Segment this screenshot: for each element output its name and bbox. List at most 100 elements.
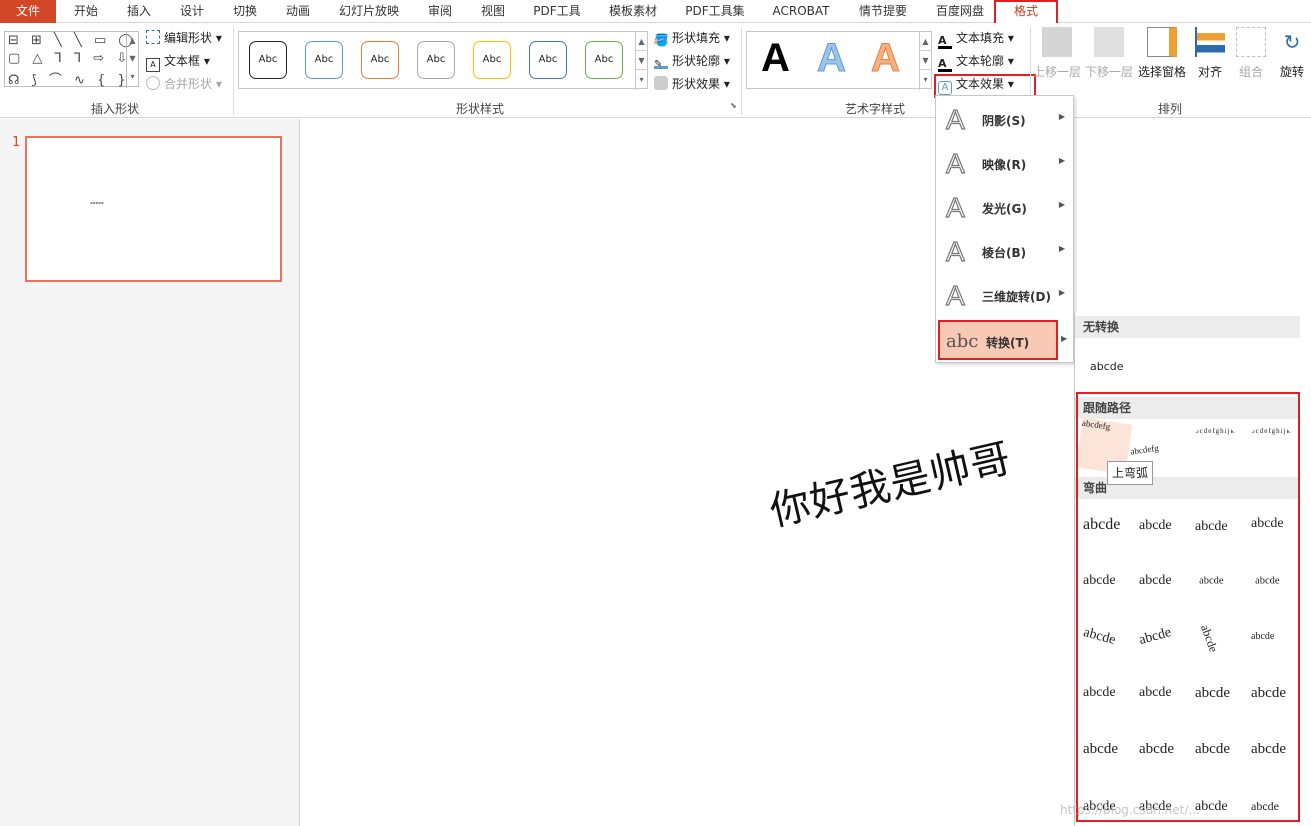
- bring-forward-icon: [1042, 27, 1072, 57]
- shapes-row-2: ▢ △ ⅂ ⅂ ⇨ ⇩: [8, 51, 132, 66]
- thumbnail-text-preview: ▪▪▪▪▪: [90, 200, 104, 205]
- no-transform-header: 无转换: [1075, 316, 1300, 338]
- submenu-arrow-icon: ▶: [1058, 156, 1065, 165]
- tab-templates[interactable]: 模板素材: [596, 0, 670, 23]
- align-button[interactable]: 对齐: [1194, 27, 1226, 80]
- shapes-gallery[interactable]: ⊟ ⊞ ╲ ╲ ▭ ◯ ▢ △ ⅂ ⅂ ⇨ ⇩ ☊ ⟆ ⌒ ∿ { } ▲ ▼ ▾: [4, 31, 139, 88]
- text-fill-icon: A: [938, 35, 952, 49]
- bring-forward-button[interactable]: 上移一层: [1032, 27, 1082, 80]
- merge-shapes-label: 合并形状: [164, 77, 213, 91]
- wordart-gallery[interactable]: A A A ▲ ▼ ▾: [746, 31, 932, 90]
- selection-pane-icon: [1147, 27, 1177, 57]
- wordart-scroll[interactable]: ▲ ▼ ▾: [919, 32, 931, 90]
- submenu-arrow-icon: ▶: [1061, 334, 1068, 343]
- wordart-style-orange[interactable]: A: [871, 36, 901, 81]
- shape-style-preset[interactable]: Abc: [417, 41, 455, 79]
- text-fill-button[interactable]: A 文本填充 ▾: [938, 28, 1014, 49]
- submenu-arrow-icon: ▶: [1058, 200, 1065, 209]
- rotate-icon: ↻: [1283, 30, 1301, 54]
- group-divider: [233, 27, 234, 115]
- merge-shapes-button[interactable]: 合并形状 ▾: [146, 74, 222, 94]
- no-transform-option[interactable]: abcde: [1090, 360, 1124, 373]
- pen-icon: ✎: [654, 55, 668, 70]
- insert-shapes-group-label: 插入形状: [90, 102, 139, 116]
- send-backward-label: 下移一层: [1084, 65, 1133, 79]
- shape-styles-group-label: 形状样式: [455, 102, 504, 116]
- bring-forward-label: 上移一层: [1032, 65, 1081, 79]
- slide-thumbnail[interactable]: ▪▪▪▪▪: [25, 136, 282, 282]
- shape-styles-gallery[interactable]: Abc Abc Abc Abc Abc Abc Abc ▲ ▼ ▾: [238, 31, 648, 90]
- tab-file[interactable]: 文件: [0, 0, 56, 23]
- selection-pane-button[interactable]: 选择窗格: [1136, 27, 1188, 80]
- group-divider: [741, 27, 742, 115]
- group-button[interactable]: 组合: [1234, 27, 1268, 80]
- tab-acrobat[interactable]: ACROBAT: [762, 0, 840, 23]
- menu-item-reflection[interactable]: A 映像(R) ▶: [936, 142, 1073, 186]
- tab-insert[interactable]: 插入: [113, 0, 165, 23]
- wordart-style-black[interactable]: A: [761, 36, 790, 81]
- tab-home[interactable]: 开始: [60, 0, 112, 23]
- shape-effects-label: 形状效果: [672, 77, 721, 91]
- shape-style-preset[interactable]: Abc: [529, 41, 567, 79]
- tab-pdf-toolset[interactable]: PDF工具集: [676, 0, 754, 23]
- tab-view[interactable]: 视图: [467, 0, 519, 23]
- tab-baidu-netdisk[interactable]: 百度网盘: [926, 0, 994, 23]
- submenu-arrow-icon: ▶: [1058, 112, 1065, 121]
- align-label: 对齐: [1197, 65, 1222, 79]
- transform-options-highlight: [1076, 392, 1300, 822]
- selection-pane-label: 选择窗格: [1137, 65, 1186, 79]
- menu-item-shadow[interactable]: A 阴影(S) ▶: [936, 98, 1073, 142]
- menu-item-transform[interactable]: abc 转换(T): [938, 320, 1058, 360]
- menu-item-3d-rotation[interactable]: A 三维旋转(D) ▶: [936, 274, 1073, 318]
- shape-outline-label: 形状轮廓: [672, 54, 721, 68]
- shape-style-preset[interactable]: Abc: [305, 41, 343, 79]
- dialog-launcher-icon[interactable]: ⬊: [730, 101, 737, 110]
- wordart-style-blue[interactable]: A: [817, 36, 847, 81]
- tab-pdf-tools[interactable]: PDF工具: [524, 0, 590, 23]
- merge-shapes-icon: [146, 76, 160, 90]
- tab-transitions[interactable]: 切换: [219, 0, 271, 23]
- tab-slideshow[interactable]: 幻灯片放映: [330, 0, 408, 23]
- text-effects-menu: A 阴影(S) ▶ A 映像(R) ▶ A 发光(G) ▶ A 棱台(B) ▶ …: [935, 95, 1074, 363]
- shape-effects-button[interactable]: 形状效果 ▾: [654, 74, 730, 94]
- ribbon-tab-bar: 文件 开始 插入 设计 切换 动画 幻灯片放映 审阅 视图 PDF工具 模板素材…: [0, 0, 1311, 26]
- reflection-icon: A: [945, 148, 965, 179]
- glow-icon: A: [945, 192, 965, 223]
- text-fill-label: 文本填充: [956, 31, 1005, 45]
- tooltip: 上弯弧: [1107, 461, 1153, 485]
- ribbon: ⊟ ⊞ ╲ ╲ ▭ ◯ ▢ △ ⅂ ⅂ ⇨ ⇩ ☊ ⟆ ⌒ ∿ { } ▲ ▼ ▾ …: [0, 23, 1311, 118]
- text-outline-button[interactable]: A 文本轮廓 ▾: [938, 51, 1014, 72]
- shape-outline-button[interactable]: ✎ 形状轮廓 ▾: [654, 51, 730, 71]
- menu-item-bevel[interactable]: A 棱台(B) ▶: [936, 230, 1073, 274]
- submenu-arrow-icon: ▶: [1058, 288, 1065, 297]
- edit-shape-icon: [146, 30, 160, 44]
- bevel-icon: A: [945, 236, 965, 267]
- menu-item-label: 阴影(S): [982, 114, 1026, 128]
- group-icon: [1236, 27, 1266, 57]
- slide-thumbnail-pane: 1 ▪▪▪▪▪: [0, 119, 300, 826]
- align-icon: [1195, 27, 1225, 57]
- text-box-button[interactable]: A 文本框 ▾: [146, 51, 210, 72]
- tab-storyboard[interactable]: 情节提要: [846, 0, 920, 23]
- send-backward-button[interactable]: 下移一层: [1084, 27, 1134, 80]
- rotate-label: 旋转: [1279, 65, 1304, 79]
- shape-style-preset[interactable]: Abc: [473, 41, 511, 79]
- shape-effects-icon: [654, 76, 668, 90]
- shape-style-preset[interactable]: Abc: [585, 41, 623, 79]
- shapes-scroll[interactable]: ▲ ▼ ▾: [126, 32, 138, 88]
- tab-animations[interactable]: 动画: [272, 0, 324, 23]
- menu-item-glow[interactable]: A 发光(G) ▶: [936, 186, 1073, 230]
- menu-item-label: 棱台(B): [982, 246, 1027, 260]
- shape-style-preset[interactable]: Abc: [249, 41, 287, 79]
- tab-design[interactable]: 设计: [166, 0, 218, 23]
- shape-styles-scroll[interactable]: ▲ ▼ ▾: [635, 32, 647, 90]
- shape-style-preset[interactable]: Abc: [361, 41, 399, 79]
- rotate-button[interactable]: ↻ 旋转: [1276, 27, 1308, 80]
- tab-review[interactable]: 审阅: [414, 0, 466, 23]
- edit-shape-button[interactable]: 编辑形状 ▾: [146, 28, 222, 48]
- shape-fill-button[interactable]: 🪣 形状填充 ▾: [654, 28, 730, 48]
- group-label: 组合: [1238, 65, 1263, 79]
- wordart-group-label: 艺术字样式: [844, 102, 905, 116]
- text-outline-icon: A: [938, 58, 952, 72]
- text-box-label: 文本框: [164, 54, 201, 68]
